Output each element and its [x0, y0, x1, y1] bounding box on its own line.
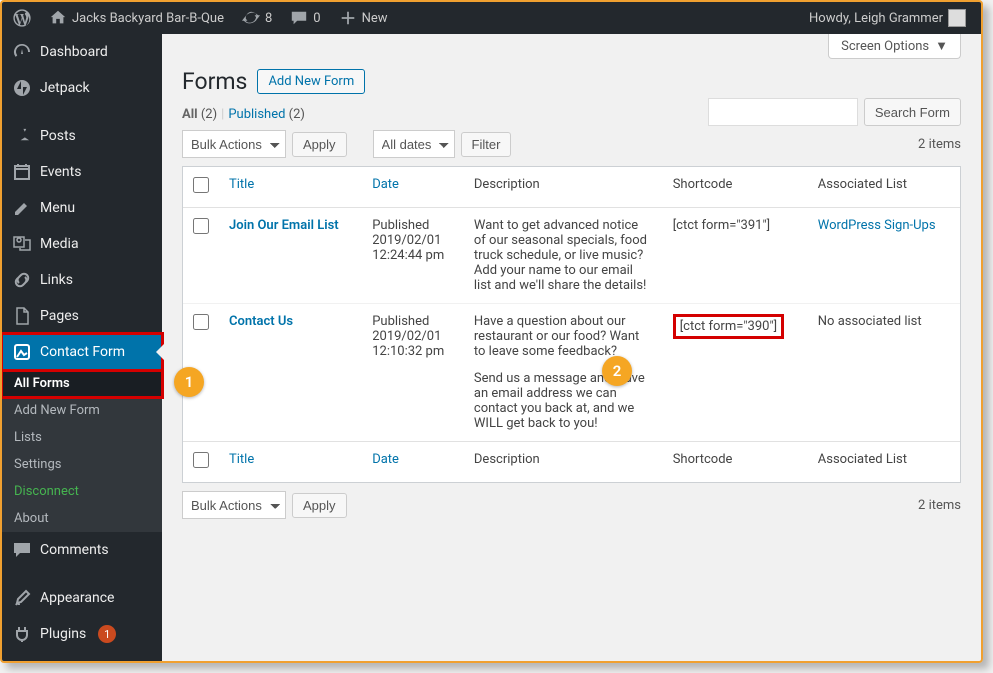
comment-icon: [290, 9, 308, 27]
media-icon: [12, 234, 32, 254]
plug-icon: [12, 624, 32, 644]
updates-count: 8: [265, 11, 272, 26]
col-date[interactable]: Date: [362, 167, 464, 208]
col-associated: Associated List: [808, 167, 960, 208]
associated-list-text: No associated list: [818, 314, 922, 329]
form-icon: [12, 342, 32, 362]
table-row: Contact Us Published 2019/02/01 12:10:32…: [183, 303, 960, 441]
menu-item-media[interactable]: Media: [2, 226, 162, 262]
plugins-update-badge: 1: [98, 625, 116, 643]
associated-list-link[interactable]: WordPress Sign-Ups: [818, 218, 936, 233]
menu-item-events[interactable]: Events: [2, 154, 162, 190]
new-label: New: [362, 11, 388, 26]
admin-sidebar: Dashboard Jetpack Posts Events Menu Medi…: [2, 34, 162, 661]
forms-table: Title Date Description Shortcode Associa…: [182, 166, 961, 483]
shortcode-text: [ctct form="391"]: [673, 218, 770, 233]
select-all-top[interactable]: [193, 177, 209, 193]
wp-logo[interactable]: [6, 2, 38, 34]
submenu-contact-form: All Forms Add New Form Lists Settings Di…: [2, 370, 162, 532]
sub-item-lists[interactable]: Lists: [2, 424, 162, 451]
menu-item-plugins[interactable]: Plugins 1: [2, 616, 162, 652]
menu-item-menu[interactable]: Menu: [2, 190, 162, 226]
row-checkbox[interactable]: [193, 218, 209, 234]
table-row: Join Our Email List Published 2019/02/01…: [183, 208, 960, 303]
edit-icon: [12, 198, 32, 218]
search-input[interactable]: [708, 98, 858, 126]
items-count-top: 2 items: [918, 137, 961, 152]
comment-icon: [12, 540, 32, 560]
dashboard-icon: [12, 42, 32, 62]
filter-published[interactable]: Published (2): [228, 107, 305, 122]
col-description: Description: [464, 167, 663, 208]
refresh-icon: [242, 9, 260, 27]
sub-item-add-new-form[interactable]: Add New Form: [2, 397, 162, 424]
updates[interactable]: 8: [235, 2, 279, 34]
shortcode-text: [ctct form="390"]: [673, 314, 784, 339]
bulk-actions-select-bottom[interactable]: Bulk Actions: [182, 491, 286, 519]
menu-item-pages[interactable]: Pages: [2, 298, 162, 334]
col-title[interactable]: Title: [219, 167, 362, 208]
menu-item-dashboard[interactable]: Dashboard: [2, 34, 162, 70]
page-title: Forms: [182, 68, 247, 95]
annotation-bubble-1: 1: [174, 367, 204, 397]
row-title-link[interactable]: Contact Us: [229, 314, 293, 329]
site-home[interactable]: Jacks Backyard Bar-B-Que: [42, 2, 231, 34]
menu-item-links[interactable]: Links: [2, 262, 162, 298]
filter-button[interactable]: Filter: [461, 132, 512, 157]
calendar-icon: [12, 162, 32, 182]
sub-item-about[interactable]: About: [2, 505, 162, 532]
items-count-bottom: 2 items: [918, 498, 961, 513]
select-all-bottom[interactable]: [193, 452, 209, 468]
col-shortcode: Shortcode: [663, 167, 808, 208]
date-filter-select[interactable]: All dates: [373, 130, 455, 158]
menu-item-appearance[interactable]: Appearance: [2, 580, 162, 616]
brush-icon: [12, 588, 32, 608]
plus-icon: [339, 9, 357, 27]
comments-count: 0: [313, 11, 320, 26]
chevron-down-icon: ▼: [935, 38, 948, 54]
pin-icon: [12, 126, 32, 146]
sub-item-settings[interactable]: Settings: [2, 451, 162, 478]
my-account[interactable]: Howdy, Leigh Grammer: [802, 2, 973, 34]
bulk-actions-select[interactable]: Bulk Actions: [182, 130, 286, 158]
add-new-form-button[interactable]: Add New Form: [257, 69, 365, 94]
apply-button-bottom[interactable]: Apply: [292, 493, 347, 518]
row-title-link[interactable]: Join Our Email List: [229, 218, 339, 233]
content-body: Screen Options ▼ Forms Add New Form All …: [162, 34, 981, 661]
sub-item-disconnect[interactable]: Disconnect: [2, 478, 162, 505]
home-icon: [49, 9, 67, 27]
avatar: [948, 9, 966, 27]
search-button[interactable]: Search Form: [864, 98, 961, 126]
menu-item-posts[interactable]: Posts: [2, 118, 162, 154]
wordpress-icon: [13, 9, 31, 27]
sub-item-all-forms[interactable]: All Forms: [2, 370, 162, 397]
menu-item-comments[interactable]: Comments: [2, 532, 162, 568]
menu-item-contact-form[interactable]: Contact Form: [2, 334, 162, 370]
howdy-text: Howdy, Leigh Grammer: [809, 11, 943, 26]
link-icon: [12, 270, 32, 290]
jetpack-icon: [12, 78, 32, 98]
screen-options-toggle[interactable]: Screen Options ▼: [828, 34, 961, 59]
new-content[interactable]: New: [332, 2, 395, 34]
apply-button-top[interactable]: Apply: [292, 132, 347, 157]
admin-toolbar: Jacks Backyard Bar-B-Que 8 0 New Howdy, …: [2, 2, 981, 34]
site-name: Jacks Backyard Bar-B-Que: [72, 11, 224, 26]
comments-bubble[interactable]: 0: [283, 2, 327, 34]
page-icon: [12, 306, 32, 326]
annotation-bubble-2: 2: [602, 356, 632, 386]
menu-item-jetpack[interactable]: Jetpack: [2, 70, 162, 106]
row-checkbox[interactable]: [193, 314, 209, 330]
